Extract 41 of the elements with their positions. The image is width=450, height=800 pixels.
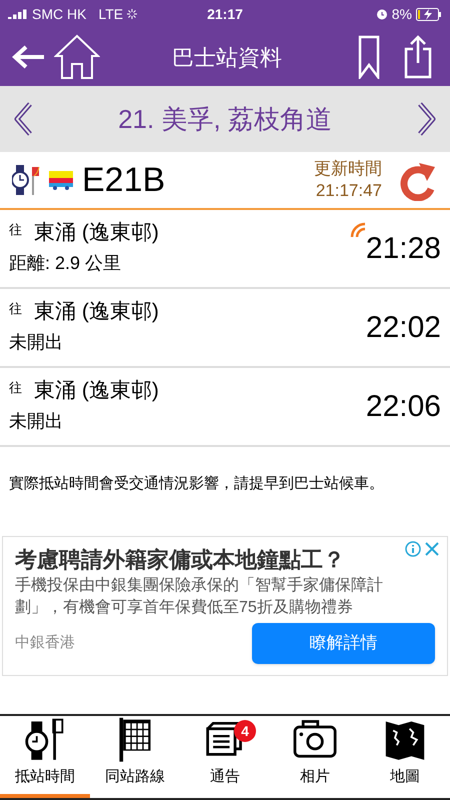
- ad-headline: 考慮聘請外籍家傭或本地鐘點工？: [15, 546, 346, 574]
- traffic-notice: 實際抵站時間會受交通情況影響，請提早到巴士站候車。: [8, 474, 385, 494]
- update-label: 更新時間: [314, 158, 382, 180]
- advertiser-name: 中銀香港: [15, 632, 75, 653]
- tab-bar-item[interactable]: 4 通告: [180, 716, 270, 798]
- route-number: E21B: [82, 160, 166, 200]
- destination: 東涌 (逸東邨): [34, 299, 159, 325]
- tab-bar-item[interactable]: 同站路線: [90, 716, 180, 798]
- arrival-detail: 距離: 2.9 公里: [9, 252, 122, 275]
- charging-battery-icon: [416, 8, 442, 20]
- arrival-time: 22:06: [366, 390, 441, 423]
- loading-icon: [127, 9, 138, 19]
- direction-prefix: 往: [9, 221, 22, 239]
- destination: 東涌 (逸東邨): [34, 220, 159, 246]
- info-icon[interactable]: [405, 540, 421, 556]
- watch-and-stop-icon: [12, 163, 40, 197]
- signal-icon: [8, 9, 28, 19]
- learn-more-button[interactable]: 瞭解詳情: [252, 622, 435, 664]
- network-type: LTE: [98, 4, 124, 24]
- arrival-detail: 未開出: [9, 331, 64, 354]
- stop-name: 21. 美孚, 荔枝角道: [117, 102, 333, 136]
- page-title: 巴士站資料: [171, 44, 283, 72]
- arrival-time: 21:28: [366, 232, 441, 265]
- ad-description: 手機投保由中銀集團保險承保的「智幫手家傭保障計劃」，有機會可享首年保費低至75折及購物禮券: [15, 576, 384, 618]
- bus-icon: [48, 169, 74, 191]
- tab-bar-item[interactable]: 地圖: [360, 716, 450, 798]
- direction-prefix: 往: [9, 300, 22, 318]
- clock-time: 21:17: [207, 4, 243, 24]
- home-button[interactable]: [52, 32, 102, 82]
- destination: 東涌 (逸東邨): [34, 378, 159, 404]
- tab-bar-item[interactable]: 相片: [270, 716, 360, 798]
- update-time: 21:17:47: [316, 180, 382, 202]
- close-icon[interactable]: [425, 542, 439, 556]
- arrival-time: 22:02: [366, 311, 441, 344]
- alarm-icon: [376, 8, 388, 20]
- tab-bar-item[interactable]: 抵站時間: [0, 716, 90, 798]
- carrier-name: SMC HK: [32, 4, 86, 24]
- arrival-detail: 未開出: [9, 410, 64, 433]
- battery-percent: 8%: [392, 4, 412, 24]
- direction-prefix: 往: [9, 379, 22, 397]
- notification-badge: 4: [234, 720, 256, 742]
